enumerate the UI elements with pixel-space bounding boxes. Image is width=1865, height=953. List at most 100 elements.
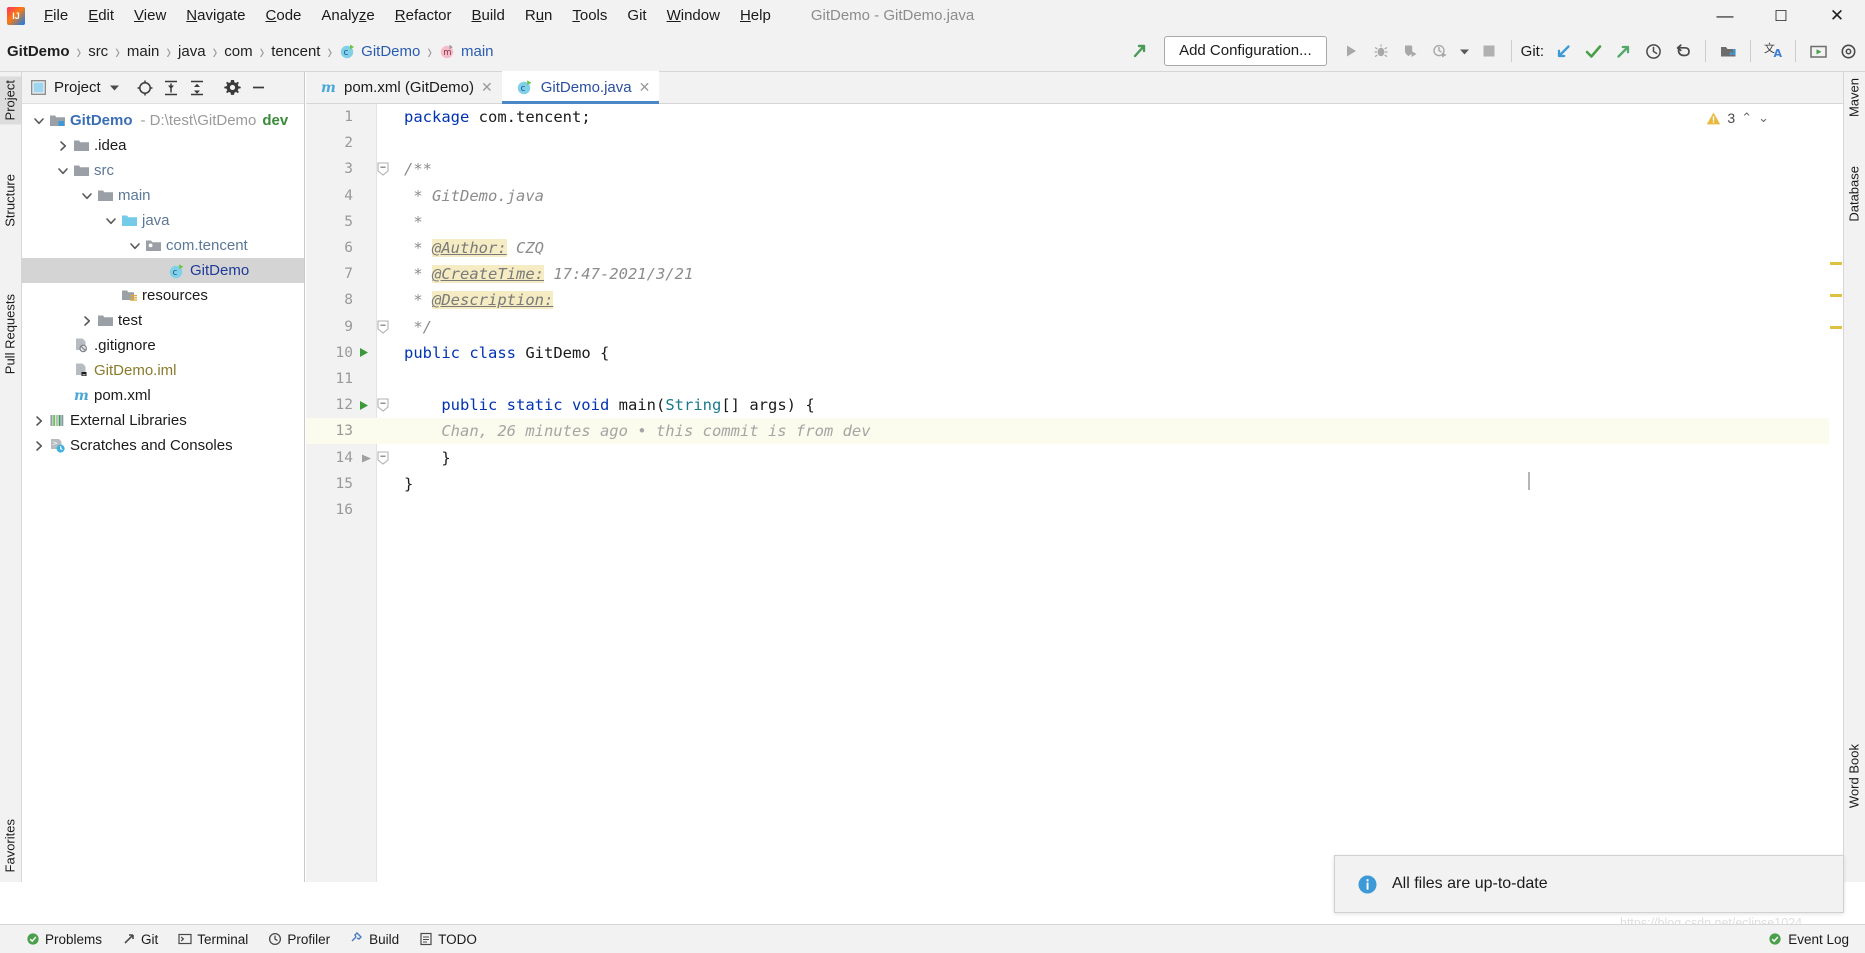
menu-edit[interactable]: Edit [78, 3, 124, 28]
tree-node-external-libraries[interactable]: External Libraries [22, 408, 304, 433]
run-icon[interactable] [1336, 36, 1366, 66]
status-bar-terminal[interactable]: Terminal [178, 932, 248, 947]
inspection-marker[interactable] [1830, 326, 1842, 329]
menu-run[interactable]: Run [515, 3, 563, 28]
tree-node-test[interactable]: test [22, 308, 304, 333]
code-line[interactable]: 4 * GitDemo.java [306, 183, 1843, 209]
chevron-right-icon[interactable] [30, 415, 47, 427]
run-gutter-icon[interactable] [357, 346, 375, 359]
inspection-status-badge[interactable]: 3 ⌃ ⌄ [1706, 110, 1769, 126]
tree-node-resources[interactable]: resources [22, 283, 304, 308]
inspection-marker[interactable] [1830, 294, 1842, 297]
menu-refactor[interactable]: Refactor [385, 3, 462, 28]
chevron-down-icon[interactable] [30, 115, 47, 127]
sidebar-item-maven[interactable]: Maven [1843, 74, 1865, 121]
code-line[interactable]: 9 */ [306, 314, 1843, 340]
close-button[interactable]: ✕ [1809, 0, 1865, 31]
editor-tab-gitdemo-java[interactable]: c GitDemo.java ✕ [501, 71, 660, 104]
code-line[interactable]: 7 * @CreateTime: 17:47-2021/3/21 [306, 261, 1843, 287]
updown-arrow-icon[interactable] [1125, 36, 1155, 66]
menu-code[interactable]: Code [256, 3, 312, 28]
sidebar-item-favorites[interactable]: Favorites [0, 815, 21, 876]
breadcrumb-item-gitdemo[interactable]: GitDemo [7, 43, 70, 60]
git-push-icon[interactable] [1608, 36, 1638, 66]
close-icon[interactable]: ✕ [481, 79, 493, 96]
code-fold-icon[interactable] [377, 320, 395, 334]
tree-node-gitdemo-iml[interactable]: GitDemo.iml [22, 358, 304, 383]
code-line[interactable]: 12 public static void main(String[] args… [306, 392, 1843, 418]
stop-icon[interactable] [1474, 36, 1504, 66]
notification-balloon[interactable]: All files are up-to-date [1334, 855, 1844, 913]
code-line[interactable]: 3 /** [306, 156, 1843, 182]
chevron-up-icon[interactable]: ⌃ [1741, 110, 1752, 126]
status-bar-build[interactable]: Build [350, 932, 399, 947]
code-line[interactable]: 15} [306, 471, 1843, 497]
chevron-down-icon[interactable] [102, 215, 119, 227]
sidebar-item-word-book[interactable]: Word Book [1843, 740, 1865, 812]
code-line[interactable]: 16 [306, 497, 1843, 523]
code-line[interactable]: 10 public class GitDemo { [306, 340, 1843, 366]
chevron-right-icon[interactable] [54, 140, 71, 152]
breadcrumb-item-tencent[interactable]: tencent [271, 43, 320, 60]
collapse-all-icon[interactable] [184, 75, 210, 101]
tree-node-gitdemo[interactable]: c GitDemo [22, 258, 304, 283]
code-line[interactable]: 6 * @Author: CZQ [306, 235, 1843, 261]
close-icon[interactable]: ✕ [639, 79, 651, 96]
breadcrumb-item-com[interactable]: com [224, 43, 252, 60]
editor-tab-pom-xml-gitdemo-[interactable]: m pom.xml (GitDemo) ✕ [306, 71, 502, 103]
git-history-icon[interactable] [1638, 36, 1668, 66]
menu-git[interactable]: Git [617, 3, 656, 28]
expand-all-icon[interactable] [158, 75, 184, 101]
hide-panel-icon[interactable] [246, 75, 272, 101]
sidebar-item-structure[interactable]: Structure [0, 170, 21, 231]
chevron-down-icon[interactable] [126, 240, 143, 252]
sidebar-item-pull-requests[interactable]: Pull Requests [0, 290, 21, 378]
code-line[interactable]: 11 [306, 366, 1843, 392]
git-commit-icon[interactable] [1578, 36, 1608, 66]
presentation-icon[interactable] [1803, 36, 1833, 66]
code-line[interactable]: 13 Chan, 26 minutes ago • this commit is… [306, 418, 1843, 445]
code-fold-icon[interactable] [377, 162, 395, 177]
search-everywhere-icon[interactable] [1713, 36, 1743, 66]
breadcrumb-item-src[interactable]: src [88, 43, 108, 60]
code-fold-icon[interactable] [377, 450, 395, 465]
chevron-down-icon[interactable]: ⌄ [1758, 110, 1769, 126]
tree-node-scratches-and-consoles[interactable]: > Scratches and Consoles [22, 433, 304, 458]
tree-node-gitdemo[interactable]: GitDemo - D:\test\GitDemo dev [22, 108, 304, 133]
chevron-down-icon[interactable] [106, 75, 124, 101]
dropdown-arrow-icon[interactable] [1456, 36, 1474, 66]
git-update-project-icon[interactable] [1548, 36, 1578, 66]
chevron-right-icon[interactable] [30, 440, 47, 452]
inspection-marker[interactable] [1830, 262, 1842, 265]
code-line[interactable]: 1 package com.tencent; [306, 104, 1843, 130]
tree-node-java[interactable]: java [22, 208, 304, 233]
translate-icon[interactable]: 文A [1758, 36, 1788, 66]
code-fold-icon[interactable] [377, 398, 395, 412]
menu-build[interactable]: Build [461, 3, 514, 28]
debug-icon[interactable] [1366, 36, 1396, 66]
code-line[interactable]: 5 * [306, 209, 1843, 235]
sidebar-item-database[interactable]: Database [1843, 162, 1865, 226]
code-line[interactable]: 2 [306, 130, 1843, 156]
breadcrumb-item-gitdemo[interactable]: c GitDemo [339, 43, 420, 60]
add-configuration-button[interactable]: Add Configuration... [1164, 36, 1327, 66]
breadcrumb-item-main[interactable]: main [127, 43, 160, 60]
menu-window[interactable]: Window [657, 3, 730, 28]
tree-node-pom-xml[interactable]: m pom.xml [22, 383, 304, 408]
menu-help[interactable]: Help [730, 3, 781, 28]
run-gutter-icon[interactable] [357, 399, 375, 412]
minimize-button[interactable]: — [1697, 0, 1753, 31]
menu-file[interactable]: File [34, 3, 78, 28]
breadcrumb-item-main[interactable]: m main [439, 43, 494, 60]
gear-icon[interactable] [220, 75, 246, 101]
tree-node-main[interactable]: main [22, 183, 304, 208]
maximize-button[interactable]: ☐ [1753, 0, 1809, 31]
code-line[interactable]: 8 * @Description: [306, 287, 1843, 313]
menu-analyze[interactable]: Analyze [311, 3, 384, 28]
git-rollback-icon[interactable] [1668, 36, 1698, 66]
locate-icon[interactable] [132, 75, 158, 101]
menu-tools[interactable]: Tools [562, 3, 617, 28]
status-bar-git[interactable]: Git [122, 932, 158, 947]
profile-icon[interactable] [1426, 36, 1456, 66]
code-editor[interactable]: 1 package com.tencent; 2 3 /** 4 * GitDemo.ja… [306, 104, 1843, 882]
